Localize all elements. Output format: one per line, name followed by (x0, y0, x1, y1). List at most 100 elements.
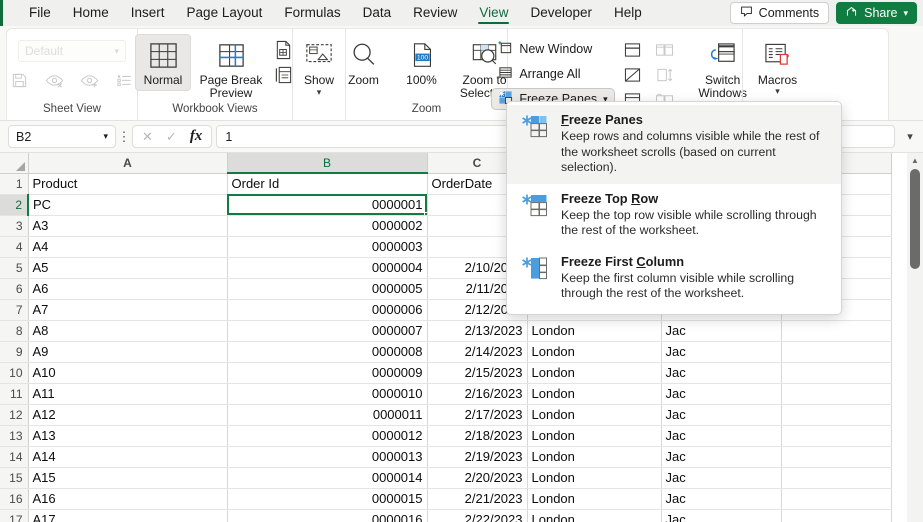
cell-A17[interactable]: A17 (28, 509, 227, 522)
cell-A4[interactable]: A4 (28, 236, 227, 257)
save-sheet-view-icon[interactable] (8, 70, 32, 91)
comments-button[interactable]: Comments (730, 2, 829, 24)
cell-D10[interactable]: London (527, 362, 661, 383)
cell-F9[interactable] (781, 341, 891, 362)
cell-A8[interactable]: A8 (28, 320, 227, 341)
cell-C13[interactable]: 2/18/2023 (427, 425, 527, 446)
ribbon-tab-formulas[interactable]: Formulas (273, 0, 351, 26)
cell-E14[interactable]: Jac (661, 446, 781, 467)
row-header-12[interactable]: 12 (0, 404, 28, 425)
cell-B16[interactable]: 0000015 (227, 488, 427, 509)
cell-D14[interactable]: London (527, 446, 661, 467)
cell-B9[interactable]: 0000008 (227, 341, 427, 362)
ribbon-tab-data[interactable]: Data (352, 0, 403, 26)
cell-A9[interactable]: A9 (28, 341, 227, 362)
row-header-14[interactable]: 14 (0, 446, 28, 467)
cell-A5[interactable]: A5 (28, 257, 227, 278)
cell-A14[interactable]: A14 (28, 446, 227, 467)
cell-E9[interactable]: Jac (661, 341, 781, 362)
sheet-view-select[interactable]: Default ▾ (18, 40, 126, 62)
view-side-by-side-icon[interactable] (653, 39, 677, 60)
cell-B2[interactable]: 0000001 (227, 194, 427, 215)
cell-B4[interactable]: 0000003 (227, 236, 427, 257)
cell-B1[interactable]: Order Id (227, 173, 427, 194)
cell-E17[interactable]: Jac (661, 509, 781, 522)
cell-C10[interactable]: 2/15/2023 (427, 362, 527, 383)
cell-A1[interactable]: Product (28, 173, 227, 194)
column-header-B[interactable]: B (227, 153, 427, 173)
cell-B3[interactable]: 0000002 (227, 215, 427, 236)
cell-F11[interactable] (781, 383, 891, 404)
cell-B10[interactable]: 0000009 (227, 362, 427, 383)
cell-B7[interactable]: 0000006 (227, 299, 427, 320)
cell-C11[interactable]: 2/16/2023 (427, 383, 527, 404)
cell-F14[interactable] (781, 446, 891, 467)
ribbon-tab-review[interactable]: Review (402, 0, 468, 26)
cell-D15[interactable]: London (527, 467, 661, 488)
fx-icon[interactable]: fx (190, 128, 203, 145)
row-header-16[interactable]: 16 (0, 488, 28, 509)
cell-F17[interactable] (781, 509, 891, 522)
scroll-up-arrow-icon[interactable]: ▲ (907, 153, 923, 167)
ribbon-tab-file[interactable]: File (18, 0, 62, 26)
menu-item-freeze-panes[interactable]: Freeze PanesKeep rows and columns visibl… (507, 105, 841, 184)
row-header-6[interactable]: 6 (0, 278, 28, 299)
zoom-100-button[interactable]: 100 100% (394, 34, 450, 91)
cell-C14[interactable]: 2/19/2023 (427, 446, 527, 467)
cell-D9[interactable]: London (527, 341, 661, 362)
name-box[interactable]: B2 ▾ (8, 125, 116, 148)
menu-item-freeze-top-row[interactable]: Freeze Top RowKeep the top row visible w… (507, 184, 841, 247)
cell-B17[interactable]: 0000016 (227, 509, 427, 522)
cell-B14[interactable]: 0000013 (227, 446, 427, 467)
cell-A7[interactable]: A7 (28, 299, 227, 320)
cell-B12[interactable]: 0000011 (227, 404, 427, 425)
row-header-17[interactable]: 17 (0, 509, 28, 522)
cell-C17[interactable]: 2/22/2023 (427, 509, 527, 522)
row-header-8[interactable]: 8 (0, 320, 28, 341)
ribbon-tab-help[interactable]: Help (603, 0, 653, 26)
row-header-13[interactable]: 13 (0, 425, 28, 446)
synchronous-scrolling-icon[interactable] (653, 64, 677, 85)
row-header-11[interactable]: 11 (0, 383, 28, 404)
row-header-10[interactable]: 10 (0, 362, 28, 383)
cell-F16[interactable] (781, 488, 891, 509)
row-header-1[interactable]: 1 (0, 173, 28, 194)
chevron-down-icon[interactable]: ▾ (103, 132, 108, 141)
row-header-4[interactable]: 4 (0, 236, 28, 257)
formula-bar-expand-button[interactable]: ▾ (897, 130, 923, 143)
cell-D13[interactable]: London (527, 425, 661, 446)
cell-A6[interactable]: A6 (28, 278, 227, 299)
cell-A13[interactable]: A13 (28, 425, 227, 446)
row-header-9[interactable]: 9 (0, 341, 28, 362)
cell-E13[interactable]: Jac (661, 425, 781, 446)
chevron-down-icon[interactable]: ▾ (903, 9, 908, 18)
ribbon-tab-developer[interactable]: Developer (519, 0, 603, 26)
sheet-view-options-icon[interactable] (113, 70, 137, 91)
page-break-preview-button[interactable]: Page Break Preview (193, 34, 269, 104)
cell-C12[interactable]: 2/17/2023 (427, 404, 527, 425)
cell-F13[interactable] (781, 425, 891, 446)
cell-D11[interactable]: London (527, 383, 661, 404)
cell-C8[interactable]: 2/13/2023 (427, 320, 527, 341)
chevron-down-icon[interactable]: ▾ (317, 88, 322, 97)
cell-F15[interactable] (781, 467, 891, 488)
menu-item-freeze-first-column[interactable]: Freeze First ColumnKeep the first column… (507, 247, 841, 310)
ribbon-tab-page-layout[interactable]: Page Layout (176, 0, 274, 26)
cell-E10[interactable]: Jac (661, 362, 781, 383)
zoom-button[interactable]: Zoom (336, 34, 392, 91)
cell-B8[interactable]: 0000007 (227, 320, 427, 341)
normal-view-button[interactable]: Normal (135, 34, 191, 91)
cell-D17[interactable]: London (527, 509, 661, 522)
cell-B11[interactable]: 0000010 (227, 383, 427, 404)
cell-E11[interactable]: Jac (661, 383, 781, 404)
column-header-A[interactable]: A (28, 153, 227, 173)
row-header-15[interactable]: 15 (0, 467, 28, 488)
cell-D8[interactable]: London (527, 320, 661, 341)
fill-handle[interactable] (424, 212, 428, 216)
cell-B13[interactable]: 0000012 (227, 425, 427, 446)
ribbon-tab-home[interactable]: Home (62, 0, 120, 26)
cell-F8[interactable] (781, 320, 891, 341)
cell-E12[interactable]: Jac (661, 404, 781, 425)
row-header-2[interactable]: 2 (0, 194, 28, 215)
cell-D16[interactable]: London (527, 488, 661, 509)
